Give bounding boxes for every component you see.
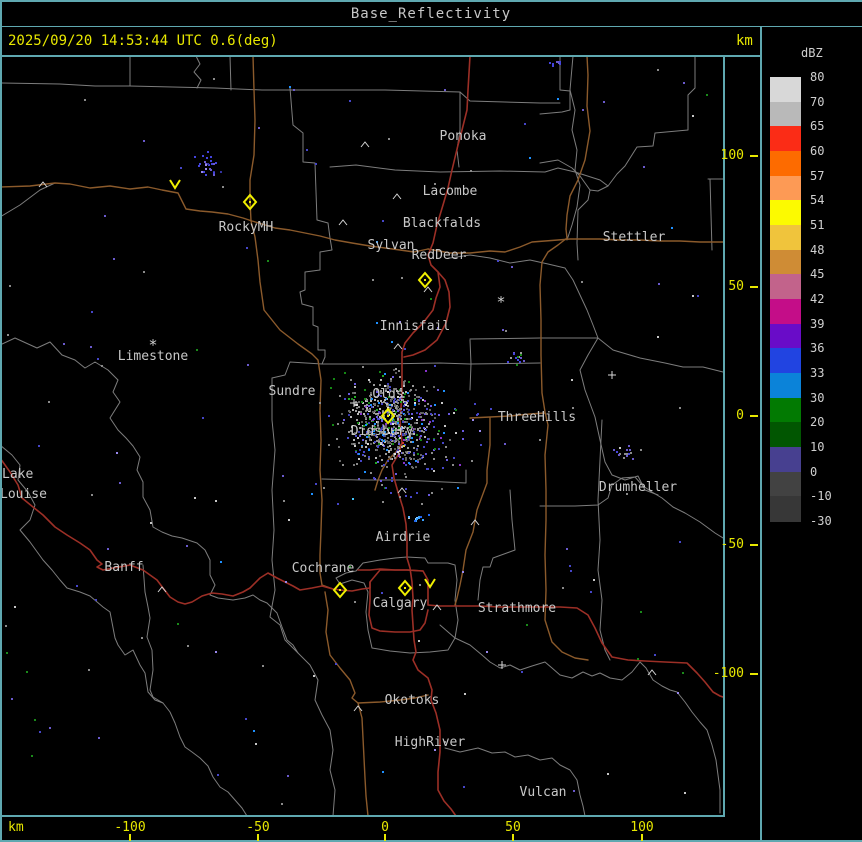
x-axis-tick-label: -50	[246, 820, 270, 835]
city-label: Okotoks	[385, 693, 440, 708]
y-axis-tick-label: 100	[720, 148, 744, 163]
colorbar-swatch	[770, 126, 801, 152]
caret-marker-icon	[360, 141, 370, 148]
colorbar-swatch	[770, 496, 801, 522]
city-label: ThreeHills	[498, 410, 576, 425]
y-axis-tick-mark	[750, 155, 758, 157]
colorbar-swatch	[770, 200, 801, 226]
colorbar-tick-label: 45	[810, 267, 825, 282]
colorbar-swatch	[770, 175, 801, 201]
colorbar-tick-label: -30	[810, 514, 832, 529]
y-axis-tick-label: -100	[712, 666, 744, 681]
plus-marker-icon	[608, 371, 616, 379]
city-label: Calgary	[373, 596, 428, 611]
city-label: Vulcan	[520, 785, 567, 800]
colorbar-tick-label: 65	[810, 119, 825, 134]
city-label: Strathmore	[478, 601, 556, 616]
colorbar-tick-label: 10	[810, 440, 825, 455]
city-labels: Ponoka Lacombe Blackfalds SylvanRedDeer Stet…	[0, 129, 677, 800]
y-axis-tick-mark	[750, 673, 758, 675]
city-label: Ponoka	[440, 129, 487, 144]
city-label: Airdrie	[376, 530, 431, 545]
radar-app-window: Base_Reflectivity 2025/09/20 14:53:44 UT…	[0, 0, 862, 842]
colorbar-unit-label: dBZ	[801, 46, 823, 60]
colorbar-swatch	[770, 323, 801, 349]
colorbar-tick-label: 30	[810, 390, 825, 405]
y-axis-tick-label: -50	[720, 537, 744, 552]
x-axis-tick-mark	[641, 834, 643, 841]
colorbar-tick-label: 57	[810, 168, 825, 183]
colorbar-swatch	[770, 397, 801, 423]
x-axis-tick-mark	[512, 834, 514, 841]
caret-marker-icon	[353, 705, 363, 712]
colorbar-tick-label: -10	[810, 489, 832, 504]
colorbar-tick-label: 0	[810, 464, 818, 479]
colorbar-tick-label: 42	[810, 292, 825, 307]
caret-marker-icon	[393, 343, 403, 350]
x-axis-tick-label: 50	[505, 820, 521, 835]
colorbar-tick-label: 70	[810, 94, 825, 109]
colorbar-tick-label: 20	[810, 415, 825, 430]
x-axis-tick-mark	[129, 834, 131, 841]
bottom-axis-unit-label: km	[8, 820, 24, 835]
city-label: Cochrane	[292, 561, 355, 576]
colorbar-swatch	[770, 422, 801, 448]
city-label: Didsbury	[351, 424, 414, 439]
city-label: Olds	[372, 387, 403, 402]
city-label: Innisfail	[380, 319, 450, 334]
city-label: Lake	[2, 467, 33, 482]
x-axis-tick-label: 0	[381, 820, 389, 835]
colorbar-tick-label: 48	[810, 242, 825, 257]
colorbar-swatch	[770, 447, 801, 473]
x-axis-tick-label: -100	[114, 820, 146, 835]
x-axis-tick-mark	[257, 834, 259, 841]
y-axis-tick-mark	[750, 415, 758, 417]
y-axis-tick-label: 50	[728, 279, 744, 294]
colorbar-swatch	[770, 101, 801, 127]
map-layers: **Ponoka Lacombe Blackfalds SylvanRedDeer St…	[0, 57, 723, 815]
vee-marker-icon	[169, 179, 181, 190]
y-axis-tick-mark	[750, 286, 758, 288]
city-label: Louise	[0, 487, 47, 502]
city-label: RockyMH	[219, 220, 274, 235]
city-label: HighRiver	[395, 735, 466, 750]
city-label: RedDeer	[412, 248, 467, 263]
city-label: Lacombe	[423, 184, 478, 199]
caret-marker-icon	[397, 487, 407, 494]
colorbar-swatch	[770, 348, 801, 374]
colorbar-swatch	[770, 249, 801, 275]
colorbar-swatch	[770, 471, 801, 497]
colorbar-tick-label: 33	[810, 366, 825, 381]
city-label: Sylvan	[368, 238, 415, 253]
asterisk-marker-icon: *	[496, 293, 505, 311]
y-axis-tick-label: 0	[736, 408, 744, 423]
colorbar-swatch	[770, 373, 801, 399]
x-axis-tick-mark	[384, 834, 386, 841]
colorbar-tick-label: 51	[810, 218, 825, 233]
city-label: Limestone	[118, 349, 189, 364]
colorbar-swatch	[770, 77, 801, 103]
caret-marker-icon	[338, 219, 348, 226]
city-label: Banff	[104, 560, 143, 575]
colorbar-tick-label: 39	[810, 316, 825, 331]
caret-marker-icon	[392, 193, 402, 200]
colorbar-tick-label: 54	[810, 193, 825, 208]
city-label: Drumheller	[599, 480, 677, 495]
radar-site-diamond-icon	[417, 271, 433, 289]
city-label: Blackfalds	[403, 216, 481, 231]
map-markers: **	[38, 141, 657, 712]
x-axis-tick-label: 100	[630, 820, 654, 835]
colorbar-swatch	[770, 151, 801, 177]
colorbar-tick-label: 80	[810, 70, 825, 84]
city-label: Sundre	[269, 384, 316, 399]
radar-site-diamond-icon	[397, 579, 413, 597]
vee-marker-icon	[424, 578, 436, 589]
colorbar-swatch	[770, 274, 801, 300]
colorbar-tick-label: 60	[810, 144, 825, 158]
colorbar-swatch	[770, 299, 801, 325]
city-label: Stettler	[603, 230, 666, 245]
y-axis-tick-mark	[750, 544, 758, 546]
colorbar-swatch	[770, 225, 801, 251]
colorbar-tick-label: 36	[810, 341, 825, 356]
